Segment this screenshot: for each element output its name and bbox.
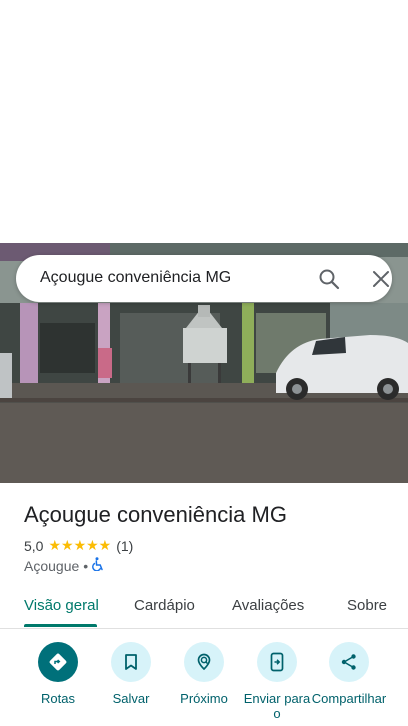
directions-button[interactable]: Rotas (21, 642, 95, 706)
search-icon[interactable] (318, 268, 340, 290)
tab-overview[interactable]: Visão geral (24, 597, 99, 614)
save-button[interactable]: Salvar (94, 642, 168, 706)
share-button[interactable]: Compartilhar (312, 642, 386, 706)
send-to-phone-button[interactable]: Enviar para o (240, 642, 314, 721)
send-to-phone-icon[interactable] (257, 642, 297, 682)
category-row: Açougue • (24, 557, 105, 574)
directions-label: Rotas (41, 691, 75, 706)
tab-reviews[interactable]: Avaliações (232, 597, 304, 614)
place-title: Açougue conveniência MG (24, 502, 287, 527)
directions-icon[interactable] (38, 642, 78, 682)
wheelchair-accessible-icon (92, 557, 105, 574)
share-icon[interactable] (329, 642, 369, 682)
rating-value: 5,0 (24, 537, 44, 554)
save-label: Salvar (112, 691, 150, 706)
search-query-text[interactable]: Açougue conveniência MG (40, 269, 231, 287)
close-icon[interactable] (370, 268, 392, 290)
search-bar[interactable]: Açougue conveniência MG (16, 255, 392, 302)
share-label: Compartilhar (311, 691, 387, 706)
star-rating-icon: ★★★★★ (48, 537, 112, 553)
tab-about[interactable]: Sobre (347, 597, 387, 614)
rating-row[interactable]: 5,0 ★★★★★ (1) (24, 537, 133, 554)
separator-dot: • (83, 557, 89, 574)
bookmark-icon[interactable] (111, 642, 151, 682)
send-to-phone-label: Enviar para o (243, 691, 311, 721)
review-count[interactable]: (1) (116, 538, 133, 554)
active-tab-indicator (24, 624, 97, 627)
nearby-button[interactable]: Próximo (167, 642, 241, 706)
tab-menu[interactable]: Cardápio (134, 597, 195, 614)
tab-bar: Visão geral Cardápio Avaliações Sobre (0, 588, 408, 629)
nearby-icon[interactable] (184, 642, 224, 682)
place-category: Açougue (24, 557, 80, 574)
nearby-label: Próximo (180, 691, 228, 706)
